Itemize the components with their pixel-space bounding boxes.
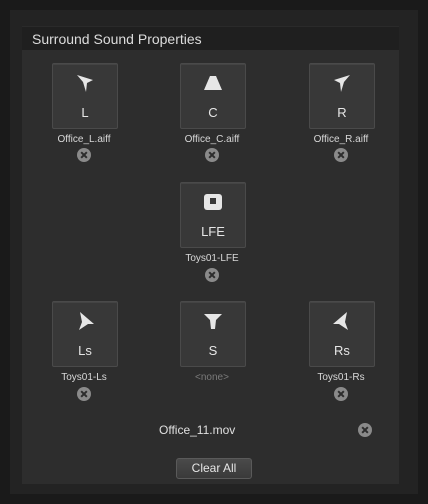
panel-title: Surround Sound Properties [32,31,202,47]
speaker-front-right-icon [334,75,350,92]
channel-label-l: L [81,105,89,120]
channel-label-c: C [208,105,218,120]
channel-label-lfe: LFE [201,224,225,239]
channel-label-ls: Ls [78,343,92,358]
subwoofer-icon [204,194,222,210]
channel-file-r: Office_R.aiff [313,134,369,145]
channel-button-s[interactable]: S [180,301,246,367]
remove-l-button[interactable] [77,148,91,162]
remove-source-button[interactable] [358,423,372,437]
channel-file-c: Office_C.aiff [184,134,240,145]
channel-label-rs: Rs [334,343,350,358]
panel-header: Surround Sound Properties [22,26,399,51]
channel-button-l[interactable]: L [52,63,118,129]
source-file-name: Office_11.mov [159,423,236,437]
channel-button-c[interactable]: C [180,63,246,129]
speaker-front-left-icon [77,75,93,92]
channel-button-ls[interactable]: Ls [52,301,118,367]
channel-file-s: <none> [195,372,229,383]
speaker-surround-right-icon [333,312,348,330]
channel-file-rs: Toys01-Rs [317,372,365,383]
speaker-center-icon [204,76,222,90]
channel-label-s: S [208,343,218,358]
channel-file-lfe: Toys01-LFE [185,253,239,264]
channel-file-ls: Toys01-Ls [61,372,107,383]
channel-label-r: R [337,105,347,120]
remove-c-button[interactable] [205,148,219,162]
speaker-surround-icon [204,314,222,329]
channel-button-lfe[interactable]: LFE [180,182,246,248]
speaker-surround-left-icon [79,312,94,330]
remove-r-button[interactable] [334,148,348,162]
channel-button-rs[interactable]: Rs [309,301,375,367]
remove-ls-button[interactable] [77,387,91,401]
channel-file-l: Office_L.aiff [57,134,111,145]
remove-rs-button[interactable] [334,387,348,401]
clear-all-button[interactable]: Clear All [176,458,252,479]
remove-lfe-button[interactable] [205,268,219,282]
channel-button-r[interactable]: R [309,63,375,129]
